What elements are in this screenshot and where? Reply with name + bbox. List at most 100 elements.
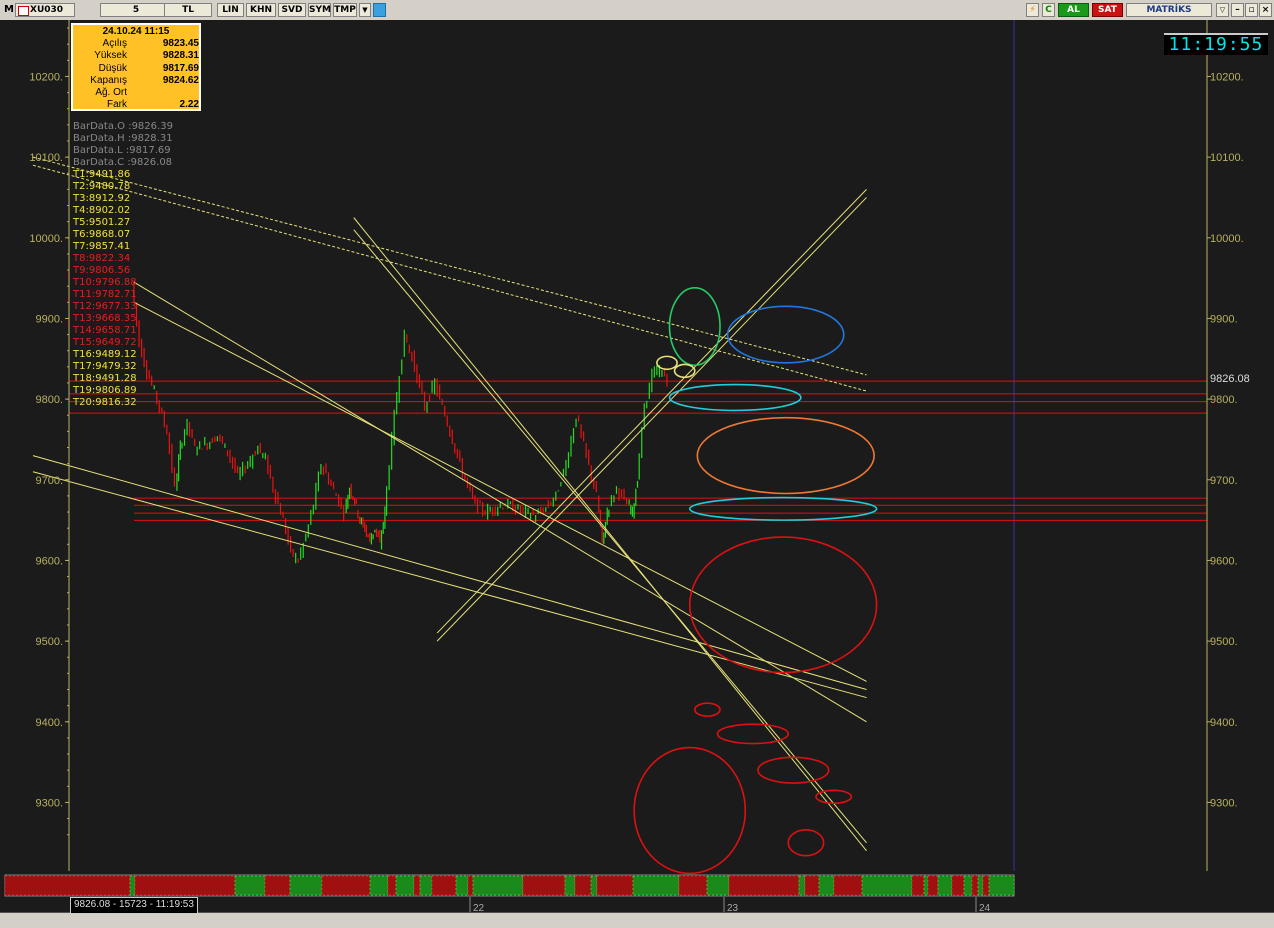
y-tick-label: 10000. (1210, 233, 1244, 245)
lightning-icon[interactable]: ⚡ (1026, 3, 1039, 17)
matriks-brand: MATRİKS (1126, 3, 1212, 17)
target-level: T5:9501.27 (73, 217, 131, 228)
svd-button[interactable]: SVD (278, 3, 306, 17)
info-value-close: 9824.62 (162, 74, 199, 86)
x-tick-label: 22 (473, 903, 485, 914)
volume-segment (564, 875, 576, 896)
y-tick-label: 9400. (1210, 717, 1238, 729)
buy-button[interactable]: AL (1058, 3, 1089, 17)
symbol-label: XU030 (30, 5, 64, 15)
x-tick-label: 23 (727, 903, 739, 914)
volume-segment (798, 875, 806, 896)
sell-button[interactable]: SAT (1092, 3, 1123, 17)
y-tick-label: 9700. (1210, 475, 1238, 487)
flag-icon (18, 6, 29, 16)
x-tick-label: 24 (979, 903, 991, 914)
volume-segment (923, 875, 929, 896)
twitter-icon[interactable] (373, 3, 386, 17)
y-tick-label: 9800. (1210, 394, 1238, 406)
volume-segment (234, 875, 266, 896)
volume-segment (369, 875, 389, 896)
target-level: T7:9857.41 (73, 241, 131, 252)
volume-segment (833, 875, 863, 896)
info-row: Açılış 9823.45 (73, 38, 199, 50)
khn-button[interactable]: KHN (246, 3, 276, 17)
target-level: T15:9649.72 (73, 337, 137, 348)
info-label-avg: Ağ. Ort (95, 87, 127, 99)
volume-segment (728, 875, 800, 896)
info-datetime: 24.10.24 11:15 (102, 26, 170, 37)
volume-segment (522, 875, 566, 896)
volume-segment (467, 875, 474, 896)
last-price-label: 9826.08 (1210, 373, 1250, 385)
matriks-logo: M (4, 4, 14, 15)
target-level: T16:9489.12 (73, 349, 137, 360)
y-tick-label: 10200. (29, 71, 63, 83)
target-level: T1:9491.86 (73, 169, 131, 180)
volume-segment (911, 875, 925, 896)
volume-segment (431, 875, 457, 896)
bardata-open: BarData.O :9826.39 (73, 121, 173, 132)
dropdown-icon[interactable]: ▽ (1216, 3, 1229, 17)
volume-segment (971, 875, 979, 896)
volume-segment (963, 875, 973, 896)
info-label-open: Açılış (102, 38, 127, 49)
info-value-diff: 2.22 (179, 99, 199, 111)
volume-segment (413, 875, 421, 896)
volume-segment (264, 875, 291, 896)
volume-segment (472, 875, 524, 896)
info-value-open: 9823.45 (162, 38, 199, 49)
target-level: T10:9796.88 (73, 277, 137, 288)
bardata-list: BarData.O :9826.39 BarData.H :9828.31 Ba… (73, 121, 173, 169)
sym-button[interactable]: SYM (308, 3, 331, 17)
bardata-low: BarData.L :9817.69 (73, 145, 171, 156)
y-tick-label: 9500. (1210, 636, 1238, 648)
y-tick-label: 9300. (35, 797, 63, 809)
target-level: T14:9658.71 (73, 325, 137, 336)
target-level: T4:8902.02 (73, 205, 131, 216)
y-tick-label: 9400. (35, 717, 63, 729)
period-selector[interactable]: 5 (100, 3, 172, 17)
scrollbar (0, 913, 1274, 928)
target-level: T3:8912.92 (73, 193, 131, 204)
volume-segment (804, 875, 820, 896)
volume-segment (455, 875, 469, 896)
info-label-diff: Fark (107, 99, 127, 111)
volume-segment (861, 875, 913, 896)
volume-segment (982, 875, 990, 896)
target-level: T6:9868.07 (73, 229, 131, 240)
y-tick-label: 10100. (1210, 152, 1244, 164)
close-icon[interactable]: × (1259, 3, 1272, 17)
volume-segment (596, 875, 634, 896)
target-level: T17:9479.32 (73, 361, 137, 372)
volume-segment (387, 875, 397, 896)
target-level: T11:9782.71 (73, 289, 137, 300)
volume-segment (574, 875, 592, 896)
refresh-icon[interactable]: C (1042, 3, 1055, 17)
y-tick-label: 9600. (1210, 555, 1238, 567)
info-label-low: Düşük (98, 62, 127, 74)
volume-segment (818, 875, 835, 896)
volume-segment (129, 875, 136, 896)
maximize-icon[interactable]: ▫ (1245, 3, 1258, 17)
target-level: T12:9677.33 (73, 301, 137, 312)
symbol-selector[interactable]: XU030 (15, 3, 75, 17)
target-level-list: T1:9491.86 T2:9480.78 T3:8912.92 T4:8902.02… (73, 169, 137, 409)
volume-segment (632, 875, 680, 896)
info-label-high: Yüksek (94, 50, 127, 62)
volume-segment (4, 875, 131, 896)
chevron-down-icon[interactable]: ▼ (359, 3, 371, 17)
price-chart[interactable]: 10200. 10200. 10100. 10100. 10000. 10000. 9900… (0, 20, 1274, 928)
minimize-icon[interactable]: – (1231, 3, 1244, 17)
currency-selector[interactable]: TL (164, 3, 212, 17)
y-tick-label: 9900. (1210, 313, 1238, 325)
y-tick-label: 9900. (35, 313, 63, 325)
target-level: T20:9816.32 (73, 397, 137, 408)
chart-toolbar: M XU030 5 TL LIN KHN SVD SYM TMP ▼ ⚡ C A… (0, 0, 1274, 21)
info-row: Yüksek 9828.31 (73, 50, 199, 62)
tmp-button[interactable]: TMP (333, 3, 357, 17)
lin-button[interactable]: LIN (217, 3, 244, 17)
y-tick-label: 10100. (29, 152, 63, 164)
volume-segment (927, 875, 939, 896)
status-readout: 9826.08 - 15723 - 11:19:53 (70, 897, 198, 914)
